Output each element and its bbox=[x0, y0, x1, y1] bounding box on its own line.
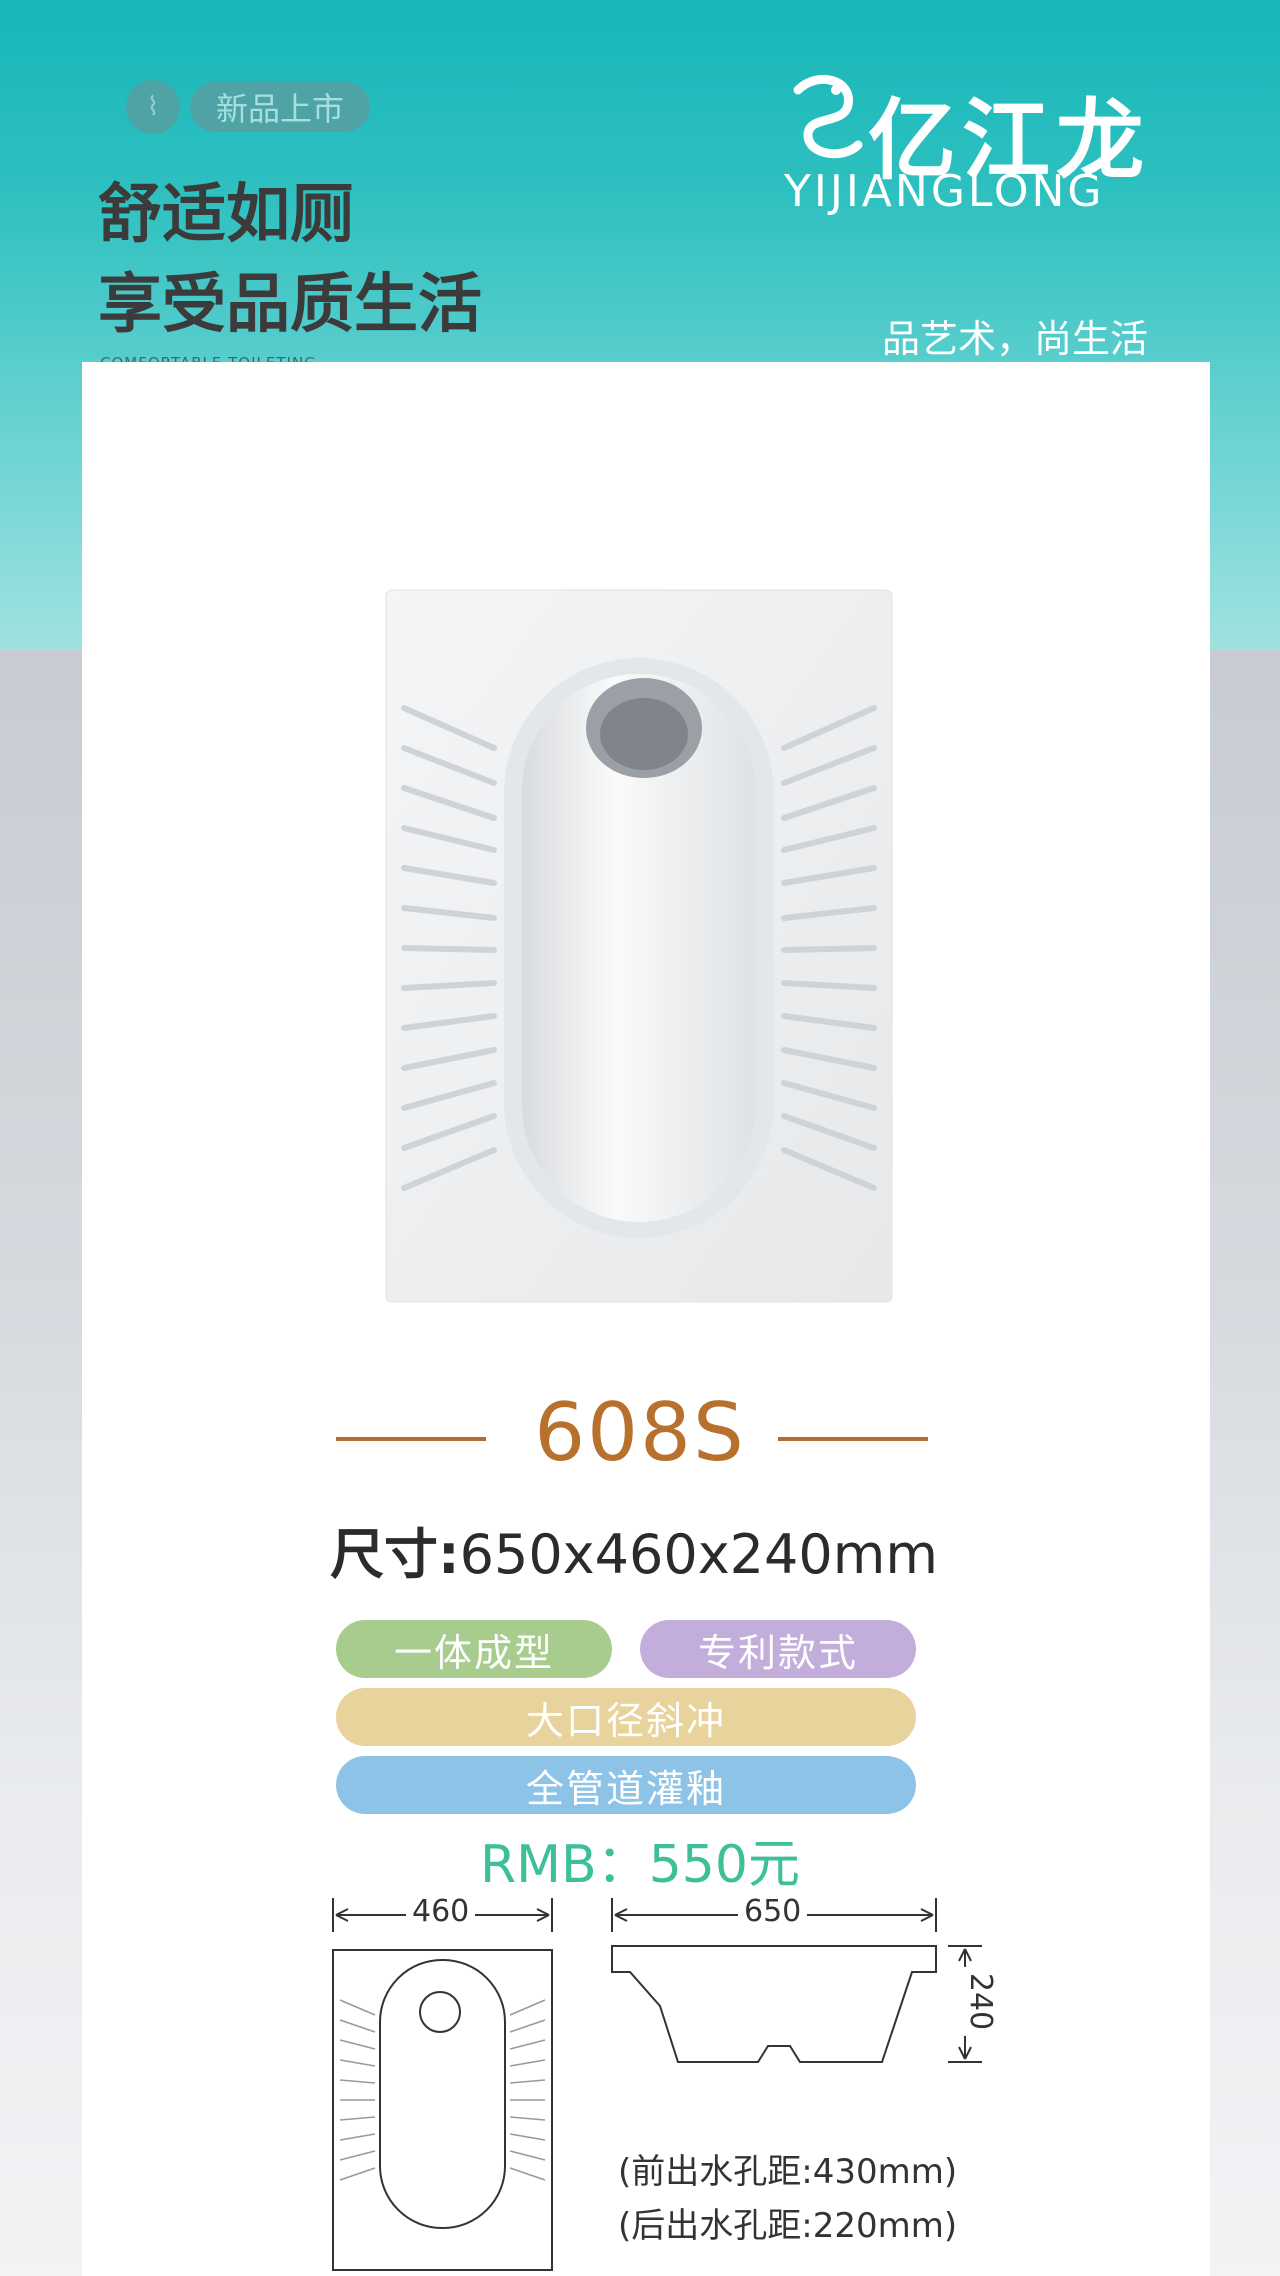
front-outlet-distance: (前出水孔距:430mm) bbox=[618, 2152, 958, 2192]
rear-outlet-distance: (后出水孔距:220mm) bbox=[618, 2206, 958, 2246]
feature-pill: 专利款式 bbox=[640, 1620, 916, 1678]
model-divider-right bbox=[778, 1437, 928, 1441]
slogan-line-2: 享受品质生活 bbox=[98, 268, 482, 342]
size-label: 尺寸: bbox=[330, 1523, 460, 1586]
brand-logo: 亿江龙 YIJIANGLONG bbox=[778, 70, 1178, 220]
new-product-badge: 新品上市 bbox=[190, 82, 371, 132]
height-dimension-label: 240 bbox=[963, 1966, 999, 2037]
price: RMB：550元 bbox=[480, 1835, 800, 1895]
size-spec: 尺寸:650x460x240mm bbox=[330, 1510, 938, 1589]
feature-pill: 一体成型 bbox=[336, 1620, 612, 1678]
shower-icon: ⌇ bbox=[126, 80, 180, 134]
dragon-logo-icon bbox=[793, 74, 863, 159]
slogan: 舒适如厕 享受品质生活 bbox=[98, 170, 482, 350]
width-dimension-label: 460 bbox=[406, 1894, 476, 1929]
tagline: 品艺术，尚生活 bbox=[881, 317, 1148, 361]
model-number: 608S bbox=[534, 1386, 746, 1479]
model-divider-left bbox=[336, 1437, 486, 1441]
feature-pill: 大口径斜冲 bbox=[336, 1688, 916, 1746]
brand-name-en: YIJIANGLONG bbox=[784, 166, 1105, 217]
squat-toilet-illustration bbox=[385, 589, 893, 1303]
slogan-line-1: 舒适如厕 bbox=[98, 178, 354, 252]
length-dimension-label: 650 bbox=[738, 1894, 808, 1929]
feature-pill: 全管道灌釉 bbox=[336, 1756, 916, 1814]
product-image bbox=[384, 588, 894, 1304]
size-value: 650x460x240mm bbox=[459, 1523, 938, 1586]
